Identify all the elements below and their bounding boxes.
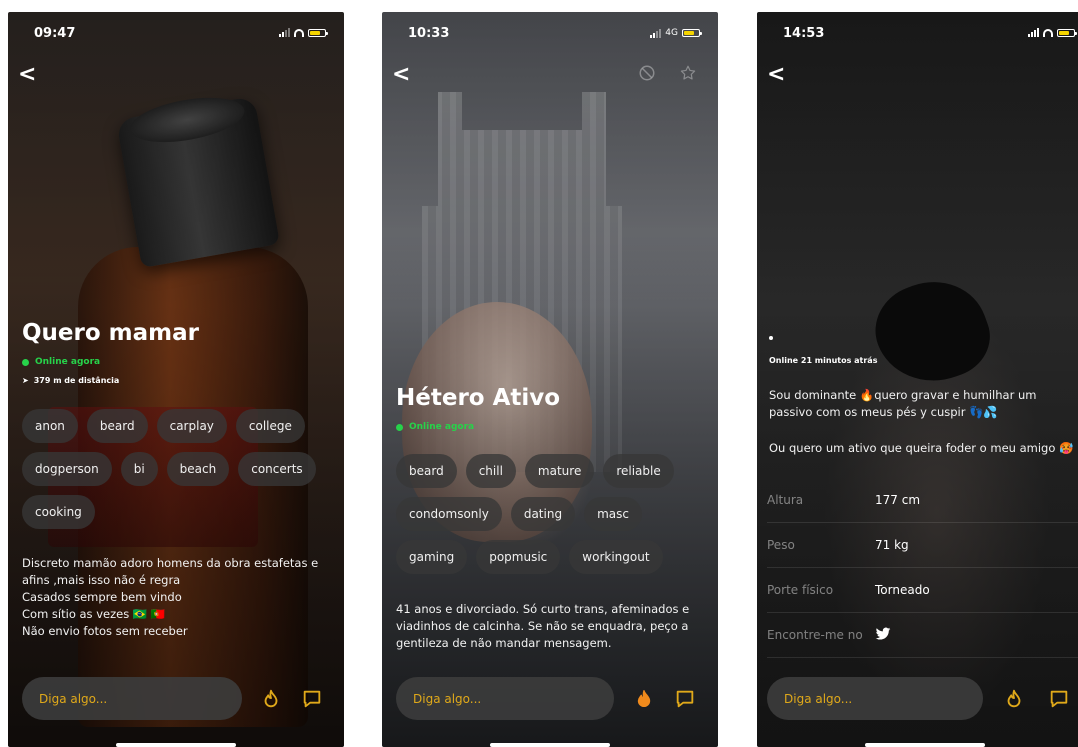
online-dot [769, 336, 773, 340]
tap-flame-button[interactable] [258, 686, 284, 712]
message-input[interactable]: Diga algo... [767, 677, 983, 720]
clock: 10:33 [408, 26, 450, 41]
distance-text: 379 m de distância [33, 376, 120, 385]
location-arrow-icon: ➤ [22, 376, 29, 385]
online-status: Online agora [22, 357, 100, 367]
detail-row-body-type: Porte físico Torneado [767, 568, 1078, 613]
back-button[interactable]: < [392, 62, 410, 87]
block-icon [639, 65, 655, 81]
distance: ➤ 379 m de distância [22, 376, 119, 385]
clock: 09:47 [34, 26, 76, 41]
status-dot-icon [769, 336, 773, 340]
flame-outline-icon [1007, 689, 1021, 708]
twitter-bird-icon [875, 627, 891, 640]
flame-outline-icon [264, 689, 278, 708]
online-dot-icon [22, 358, 29, 366]
chat-bubble-icon [1050, 690, 1068, 708]
tag[interactable]: beard [86, 409, 148, 443]
back-button[interactable]: < [18, 62, 36, 87]
tag[interactable]: beach [166, 452, 230, 486]
signal-icon [1028, 28, 1039, 37]
tag[interactable]: reliable [603, 454, 674, 488]
battery-icon [1057, 28, 1077, 37]
star-icon [680, 65, 696, 80]
tag[interactable]: dating [510, 497, 576, 531]
detail-label: Altura [767, 493, 804, 507]
online-status-text: Online agora [35, 357, 101, 367]
status-bar: 09:47 [8, 12, 344, 56]
favorite-button[interactable] [679, 64, 697, 82]
profile-name: Quero mamar [22, 320, 199, 346]
back-button[interactable]: < [767, 62, 785, 87]
tag-list: anon beard carplay college dogperson bi … [22, 409, 330, 529]
home-indicator [490, 743, 610, 747]
home-indicator [865, 743, 985, 747]
chat-bubble-icon [676, 690, 694, 708]
tag[interactable]: masc [584, 497, 642, 531]
tag[interactable]: popmusic [476, 540, 561, 574]
profile-name: Hétero Ativo [396, 385, 561, 411]
chat-button[interactable] [1046, 686, 1072, 712]
tag[interactable]: dogperson [22, 452, 112, 486]
network-type: 4G [665, 28, 678, 38]
profile-screen-1: 09:47 < Quero mamar Online agora ➤ 379 m… [8, 12, 344, 747]
status-bar: 10:33 4G [382, 12, 718, 56]
profile-bio-line-1: Sou dominante 🔥quero gravar e humilhar u… [769, 388, 1037, 419]
battery-icon [308, 28, 328, 37]
detail-label: Peso [767, 538, 795, 552]
profile-bio: Discreto mamão adoro homens da obra esta… [22, 556, 319, 638]
detail-row-weight: Peso 71 kg [767, 523, 1078, 568]
chat-button[interactable] [672, 686, 698, 712]
tag[interactable]: college [235, 409, 305, 443]
tag[interactable]: mature [524, 454, 595, 488]
online-status-text: Online agora [409, 422, 475, 432]
tag[interactable]: chill [465, 454, 516, 488]
tap-flame-button[interactable] [631, 686, 657, 712]
tag[interactable]: workingout [569, 540, 663, 574]
tag[interactable]: beard [396, 454, 457, 488]
system-icons [279, 28, 328, 37]
online-dot-icon [396, 423, 403, 431]
profile-screen-3: 14:53 < Online 21 minutos atrás Sou domi… [757, 12, 1078, 747]
tag[interactable]: anon [22, 409, 78, 443]
wifi-icon [294, 28, 304, 37]
detail-value: 177 cm [875, 493, 921, 507]
detail-row-social: Encontre-me no [767, 613, 1078, 658]
message-input[interactable]: Diga algo... [396, 677, 614, 720]
last-online-text: Online 21 minutos atrás [769, 356, 878, 365]
home-indicator [116, 743, 236, 747]
tag[interactable]: gaming [396, 540, 468, 574]
status-bar: 14:53 [757, 12, 1078, 56]
detail-row-height: Altura 177 cm [767, 478, 1078, 523]
tap-flame-button[interactable] [1001, 686, 1027, 712]
tag[interactable]: condomsonly [396, 497, 502, 531]
online-status: Online agora [396, 422, 474, 432]
twitter-link[interactable] [875, 627, 891, 644]
system-icons [1028, 28, 1077, 37]
detail-label: Encontre-me no [767, 628, 863, 642]
profile-screen-2: 10:33 4G < Hétero Ativo Online agora bea… [382, 12, 718, 747]
detail-label: Porte físico [767, 583, 834, 597]
profile-bio-line-2: Ou quero um ativo que queira foder o meu… [769, 441, 1074, 455]
profile-bio: 41 anos e divorciado. Só curto trans, af… [396, 602, 690, 650]
detail-value: Torneado [875, 583, 930, 597]
message-input[interactable]: Diga algo... [22, 677, 242, 720]
tag[interactable]: carplay [156, 409, 227, 443]
wifi-icon [1043, 28, 1053, 37]
battery-icon [682, 29, 702, 37]
profile-details: Altura 177 cm Peso 71 kg Porte físico To… [767, 478, 1078, 658]
tag[interactable]: bi [120, 452, 158, 486]
tag[interactable]: cooking [22, 495, 95, 529]
block-button[interactable] [638, 64, 656, 82]
system-icons: 4G [650, 28, 702, 38]
detail-value: 71 kg [875, 538, 909, 552]
signal-icon [650, 28, 662, 38]
clock: 14:53 [783, 26, 825, 41]
tag-list: beard chill mature reliable condomsonly … [396, 454, 704, 574]
signal-icon [279, 28, 290, 37]
tag[interactable]: concerts [238, 452, 316, 486]
chat-button[interactable] [299, 686, 325, 712]
flame-filled-icon [637, 690, 651, 707]
chat-bubble-icon [303, 690, 321, 708]
